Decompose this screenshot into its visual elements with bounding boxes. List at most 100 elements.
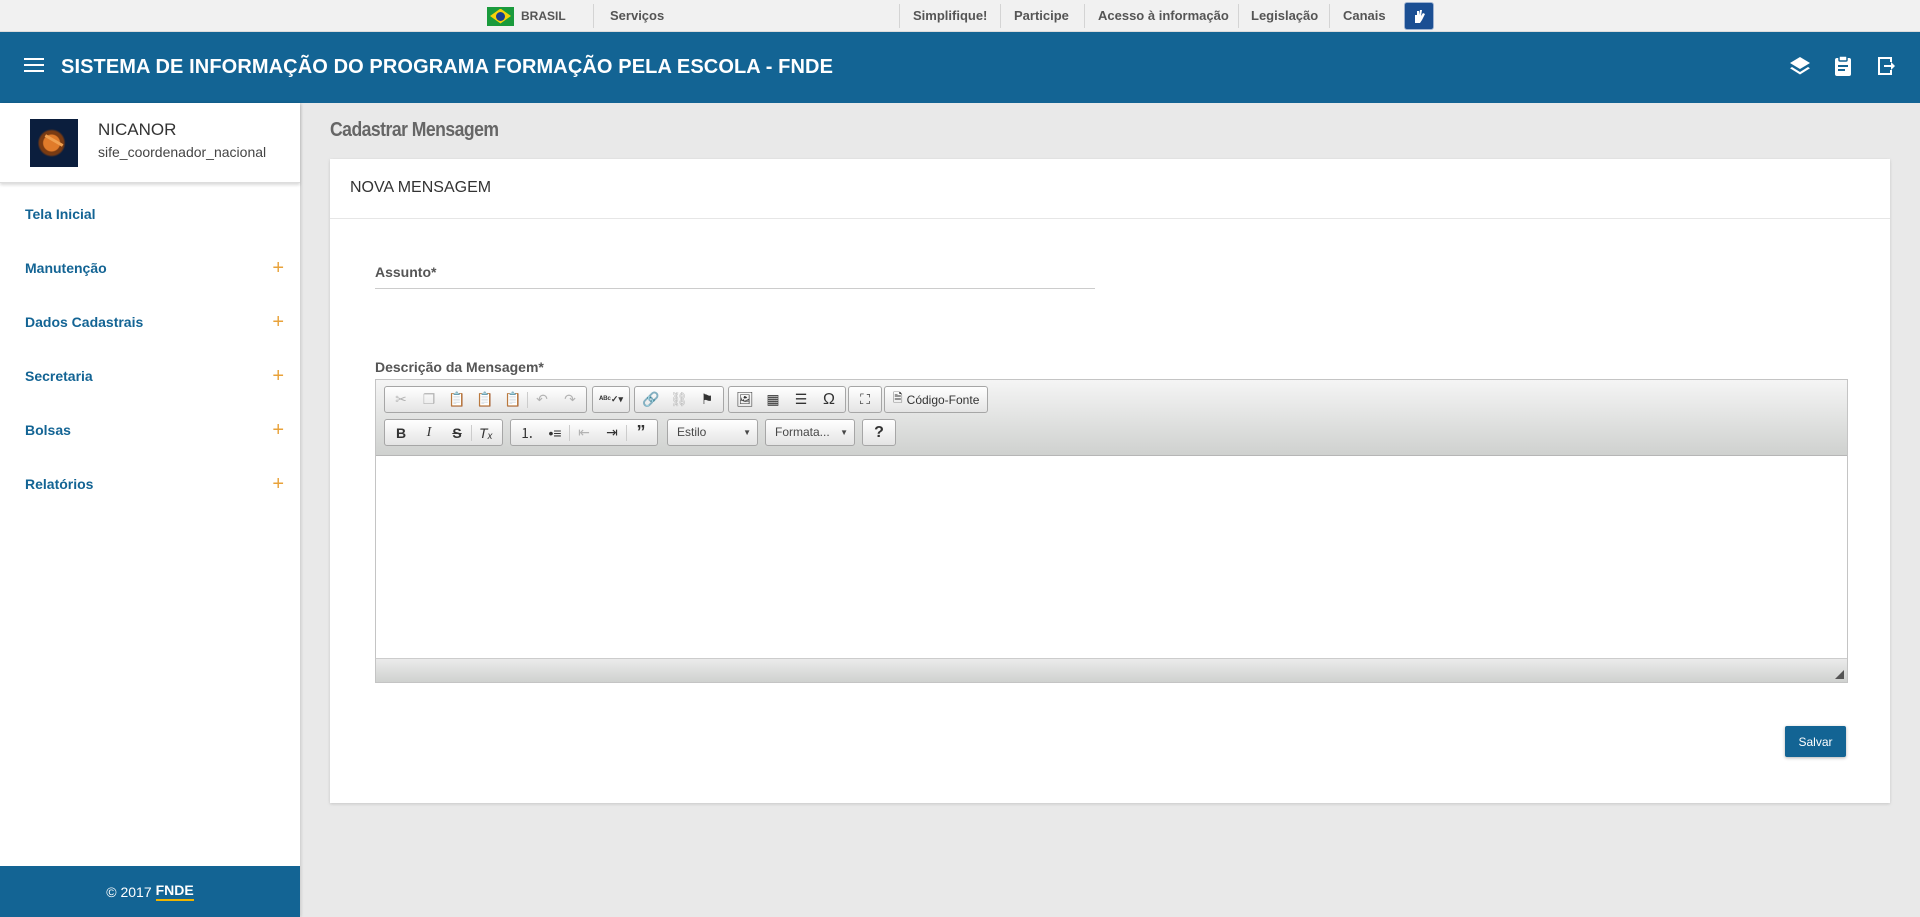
user-panel: NICANOR sife_coordenador_nacional bbox=[0, 103, 300, 183]
format-combo-label: Formata... bbox=[775, 425, 830, 439]
insert-group: 🖼 ▦ ☰ Ω bbox=[728, 386, 846, 413]
divider bbox=[1000, 4, 1001, 28]
editor-toolbar: ✂ ❐ 📋 📋 📋 ↶ ↷ ᴬᴮᶜ✓▾ 🔗 ⛓ ⚑ 🖼 ▦ ☰ Ω ⛶ 🗎 Có… bbox=[376, 380, 1847, 456]
numbered-list-icon[interactable]: ⒈ bbox=[513, 421, 541, 444]
source-code-label: Código-Fonte bbox=[906, 392, 980, 407]
hand-sign-icon[interactable] bbox=[1404, 2, 1434, 30]
page-title: Cadastrar Mensagem bbox=[330, 119, 499, 141]
legislacao-link[interactable]: Legislação bbox=[1251, 0, 1318, 32]
image-icon[interactable]: 🖼 bbox=[731, 388, 759, 411]
spellcheck-group: ᴬᴮᶜ✓▾ bbox=[592, 386, 630, 413]
unlink-icon[interactable]: ⛓ bbox=[665, 388, 693, 411]
acesso-informacao-link[interactable]: Acesso à informação bbox=[1098, 0, 1229, 32]
special-char-omega-icon[interactable]: Ω bbox=[815, 388, 843, 411]
source-code-button[interactable]: 🗎 Código-Fonte bbox=[887, 389, 985, 410]
indent-icon[interactable]: ⇥ bbox=[598, 421, 626, 444]
plus-icon[interactable]: + bbox=[272, 365, 284, 388]
divider bbox=[1084, 4, 1085, 28]
editor-content-area[interactable] bbox=[376, 456, 1847, 658]
clipboard-group: ✂ ❐ 📋 📋 📋 ↶ ↷ bbox=[384, 386, 587, 413]
horizontal-rule-icon[interactable]: ☰ bbox=[787, 388, 815, 411]
card-title: NOVA MENSAGEM bbox=[330, 159, 1890, 219]
sidebar-item-relatorios[interactable]: Relatórios + bbox=[0, 457, 300, 511]
link-group: 🔗 ⛓ ⚑ bbox=[634, 386, 724, 413]
user-name: NICANOR bbox=[98, 120, 177, 139]
spellcheck-icon[interactable]: ᴬᴮᶜ✓▾ bbox=[595, 388, 627, 411]
plus-icon[interactable]: + bbox=[272, 419, 284, 442]
sidebar-nav: Tela Inicial Manutenção + Dados Cadastra… bbox=[0, 183, 300, 511]
layers-icon[interactable] bbox=[1788, 54, 1812, 78]
plus-icon[interactable]: + bbox=[272, 311, 284, 334]
divider bbox=[1329, 4, 1330, 28]
italic-icon[interactable]: I bbox=[415, 421, 443, 444]
sidebar-item-bolsas[interactable]: Bolsas + bbox=[0, 403, 300, 457]
paste-word-icon[interactable]: 📋 bbox=[499, 388, 527, 411]
brasil-link[interactable]: BRASIL bbox=[487, 0, 566, 32]
sidebar-item-dados-cadastrais[interactable]: Dados Cadastrais + bbox=[0, 295, 300, 349]
format-combo[interactable]: Formata... ▼ bbox=[765, 419, 855, 446]
dropdown-arrow-icon: ▼ bbox=[840, 428, 848, 437]
descricao-label: Descrição da Mensagem* bbox=[375, 359, 544, 375]
assunto-input[interactable] bbox=[375, 255, 1095, 289]
outdent-icon[interactable]: ⇤ bbox=[570, 421, 598, 444]
bold-icon[interactable]: B bbox=[387, 421, 415, 444]
sidebar-item-label: Relatórios bbox=[25, 476, 94, 492]
rich-text-editor: ✂ ❐ 📋 📋 📋 ↶ ↷ ᴬᴮᶜ✓▾ 🔗 ⛓ ⚑ 🖼 ▦ ☰ Ω ⛶ 🗎 Có… bbox=[375, 379, 1848, 683]
sidebar-item-secretaria[interactable]: Secretaria + bbox=[0, 349, 300, 403]
paste-icon[interactable]: 📋 bbox=[443, 388, 471, 411]
maximize-icon[interactable]: ⛶ bbox=[851, 388, 879, 411]
sidebar-item-tela-inicial[interactable]: Tela Inicial bbox=[0, 187, 300, 241]
app-header: SISTEMA DE INFORMAÇÃO DO PROGRAMA FORMAÇ… bbox=[0, 32, 1920, 103]
bulleted-list-icon[interactable]: •≡ bbox=[541, 421, 569, 444]
strikethrough-icon[interactable]: S bbox=[443, 421, 471, 444]
redo-icon[interactable]: ↷ bbox=[556, 388, 584, 411]
format-basic-group: B I S Tₓ bbox=[384, 419, 503, 446]
sidebar-item-label: Tela Inicial bbox=[25, 206, 96, 222]
editor-status-bar bbox=[376, 658, 1847, 682]
source-file-icon: 🗎 bbox=[893, 391, 903, 405]
style-combo-label: Estilo bbox=[677, 425, 707, 439]
government-bar: BRASIL Serviços Simplifique! Participe A… bbox=[0, 0, 1920, 32]
fnde-link[interactable]: FNDE bbox=[155, 882, 194, 901]
divider bbox=[899, 4, 900, 28]
anchor-flag-icon[interactable]: ⚑ bbox=[693, 388, 721, 411]
plus-icon[interactable]: + bbox=[272, 257, 284, 280]
sidebar-footer: © 2017 FNDE bbox=[0, 866, 300, 917]
sidebar: NICANOR sife_coordenador_nacional Tela I… bbox=[0, 103, 300, 917]
hamburger-menu-icon[interactable] bbox=[24, 58, 44, 74]
cut-icon[interactable]: ✂ bbox=[387, 388, 415, 411]
copyright-text: © 2017 bbox=[106, 883, 152, 900]
servicos-link[interactable]: Serviços bbox=[610, 0, 664, 32]
canais-link[interactable]: Canais bbox=[1343, 0, 1386, 32]
remove-format-icon[interactable]: Tₓ bbox=[472, 421, 500, 444]
source-group: 🗎 Código-Fonte bbox=[884, 386, 989, 413]
dropdown-arrow-icon: ▼ bbox=[743, 428, 751, 437]
divider bbox=[1238, 4, 1239, 28]
divider bbox=[593, 4, 594, 28]
sidebar-item-manutencao[interactable]: Manutenção + bbox=[0, 241, 300, 295]
maximize-group: ⛶ bbox=[848, 386, 882, 413]
undo-icon[interactable]: ↶ bbox=[528, 388, 556, 411]
simplifique-link[interactable]: Simplifique! bbox=[913, 0, 987, 32]
list-group: ⒈ •≡ ⇤ ⇥ ” bbox=[510, 419, 658, 446]
app-title: SISTEMA DE INFORMAÇÃO DO PROGRAMA FORMAÇ… bbox=[61, 56, 834, 78]
link-icon[interactable]: 🔗 bbox=[637, 388, 665, 411]
paste-text-icon[interactable]: 📋 bbox=[471, 388, 499, 411]
resize-handle-icon[interactable] bbox=[1835, 670, 1844, 679]
message-form-card: NOVA MENSAGEM Assunto* Descrição da Mens… bbox=[330, 159, 1890, 803]
brazil-flag-icon bbox=[487, 6, 514, 26]
table-icon[interactable]: ▦ bbox=[759, 388, 787, 411]
style-combo[interactable]: Estilo ▼ bbox=[667, 419, 758, 446]
plus-icon[interactable]: + bbox=[272, 473, 284, 496]
copy-icon[interactable]: ❐ bbox=[415, 388, 443, 411]
exit-icon[interactable] bbox=[1874, 54, 1898, 78]
sidebar-item-label: Dados Cadastrais bbox=[25, 314, 144, 330]
sidebar-item-label: Secretaria bbox=[25, 368, 93, 384]
user-role: sife_coordenador_nacional bbox=[98, 144, 267, 160]
clipboard-icon[interactable] bbox=[1831, 54, 1855, 78]
save-button[interactable]: Salvar bbox=[1785, 726, 1846, 757]
help-icon[interactable]: ? bbox=[865, 421, 893, 444]
participe-link[interactable]: Participe bbox=[1014, 0, 1069, 32]
blockquote-icon[interactable]: ” bbox=[627, 421, 655, 444]
avatar bbox=[30, 119, 78, 167]
